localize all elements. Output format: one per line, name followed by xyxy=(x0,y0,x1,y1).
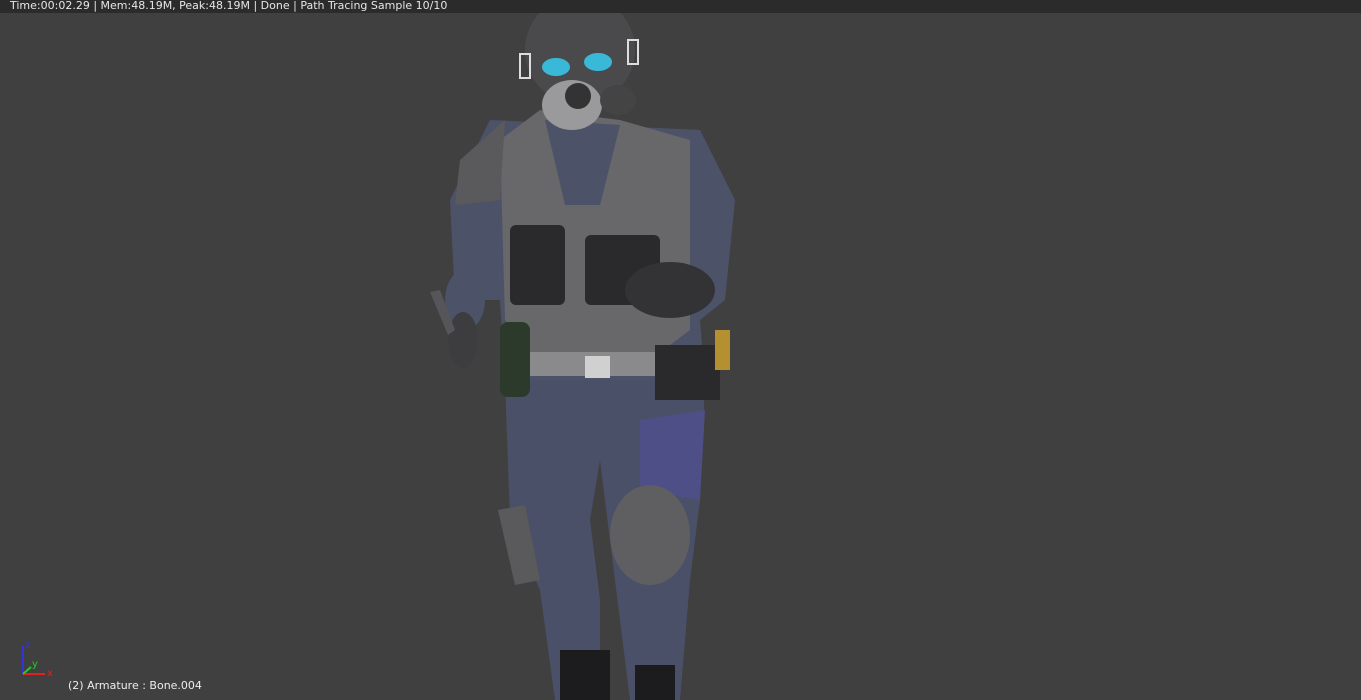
y-axis-line xyxy=(22,666,32,675)
rendered-character xyxy=(430,0,735,700)
render-status-text: Time:00:02.29 | Mem:48.19M, Peak:48.19M … xyxy=(10,0,448,12)
y-axis-label: y xyxy=(32,659,38,670)
render-status-bar: Time:00:02.29 | Mem:48.19M, Peak:48.19M … xyxy=(0,0,1361,13)
axis-gizmo: z y x xyxy=(22,640,53,679)
soldier-figure xyxy=(430,0,735,700)
object-info-text: (2) Armature : Bone.004 xyxy=(68,679,202,692)
z-axis-label: z xyxy=(25,640,30,651)
x-axis-label: x xyxy=(47,668,53,679)
